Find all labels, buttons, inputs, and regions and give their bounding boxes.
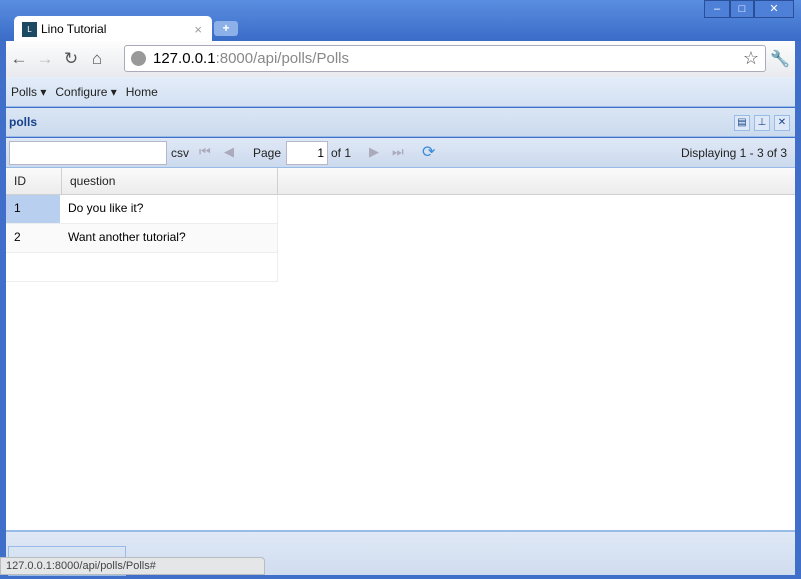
maximize-button[interactable]: □: [730, 0, 754, 18]
save-icon[interactable]: ▤: [734, 115, 750, 131]
back-icon[interactable]: ←: [6, 49, 32, 69]
menu-polls[interactable]: Polls ▾: [11, 85, 46, 99]
display-info: Displaying 1 - 3 of 3: [680, 146, 787, 160]
empty-row[interactable]: [6, 253, 278, 282]
quick-search-input[interactable]: [9, 141, 167, 165]
wrench-icon[interactable]: 🔧: [770, 49, 790, 69]
cell-question[interactable]: Do you like it?: [60, 195, 143, 223]
star-icon[interactable]: ☆: [743, 48, 759, 69]
csv-button[interactable]: csv: [171, 146, 189, 160]
forward-icon[interactable]: →: [32, 49, 58, 69]
minimize-button[interactable]: –: [704, 0, 730, 18]
url-host: 127.0.0.1: [153, 50, 216, 67]
table-row[interactable]: 1 Do you like it?: [6, 195, 278, 224]
address-bar[interactable]: 127.0.0.1:8000/api/polls/Polls ☆: [124, 45, 766, 72]
new-tab-button[interactable]: +: [214, 21, 238, 36]
cell-question[interactable]: Want another tutorial?: [60, 224, 186, 252]
reload-icon[interactable]: ↻: [58, 49, 84, 69]
status-bubble: 127.0.0.1:8000/api/polls/Polls#: [0, 557, 265, 575]
browser-toolbar: ← → ↻ ⌂ 127.0.0.1:8000/api/polls/Polls ☆…: [6, 41, 795, 77]
table-row[interactable]: 2 Want another tutorial?: [6, 224, 278, 253]
polls-grid: ID question 1 Do you like it? 2 Want ano…: [6, 168, 795, 530]
close-icon[interactable]: ✕: [774, 115, 790, 131]
pin-icon[interactable]: ⊥: [754, 115, 770, 131]
panel-title: polls: [6, 108, 795, 137]
menu-configure[interactable]: Configure ▾: [55, 85, 116, 99]
close-tab-icon[interactable]: ×: [194, 22, 202, 37]
cell-id[interactable]: 1: [6, 195, 60, 223]
cell-id[interactable]: 2: [6, 224, 60, 252]
browser-tab[interactable]: L Lino Tutorial ×: [14, 16, 212, 42]
first-page-icon[interactable]: ⏮: [199, 144, 211, 160]
tab-title: Lino Tutorial: [41, 22, 107, 36]
next-page-icon[interactable]: ▶: [369, 144, 379, 160]
main-menu: Polls ▾ Configure ▾ Home: [6, 77, 795, 107]
page-count: of 1: [331, 146, 352, 160]
column-header-id[interactable]: ID: [6, 168, 62, 194]
column-header-question[interactable]: question: [62, 168, 278, 194]
last-page-icon[interactable]: ⏭: [392, 144, 404, 160]
lino-favicon: L: [22, 21, 37, 37]
page-label: Page: [253, 146, 282, 160]
home-icon[interactable]: ⌂: [84, 49, 110, 69]
refresh-icon[interactable]: ⟳: [422, 142, 435, 162]
paging-toolbar: csv ⏮ ◀ Page of 1 ▶ ⏭ ⟳ Displaying 1 - 3…: [6, 138, 795, 168]
grid-header: ID question: [6, 168, 795, 195]
url-path: :8000/api/polls/Polls: [215, 50, 349, 67]
globe-icon: [131, 51, 146, 66]
page-number-input[interactable]: [286, 141, 328, 165]
close-window-button[interactable]: ✕: [754, 0, 794, 18]
prev-page-icon[interactable]: ◀: [224, 144, 234, 160]
menu-home[interactable]: Home: [126, 85, 158, 99]
